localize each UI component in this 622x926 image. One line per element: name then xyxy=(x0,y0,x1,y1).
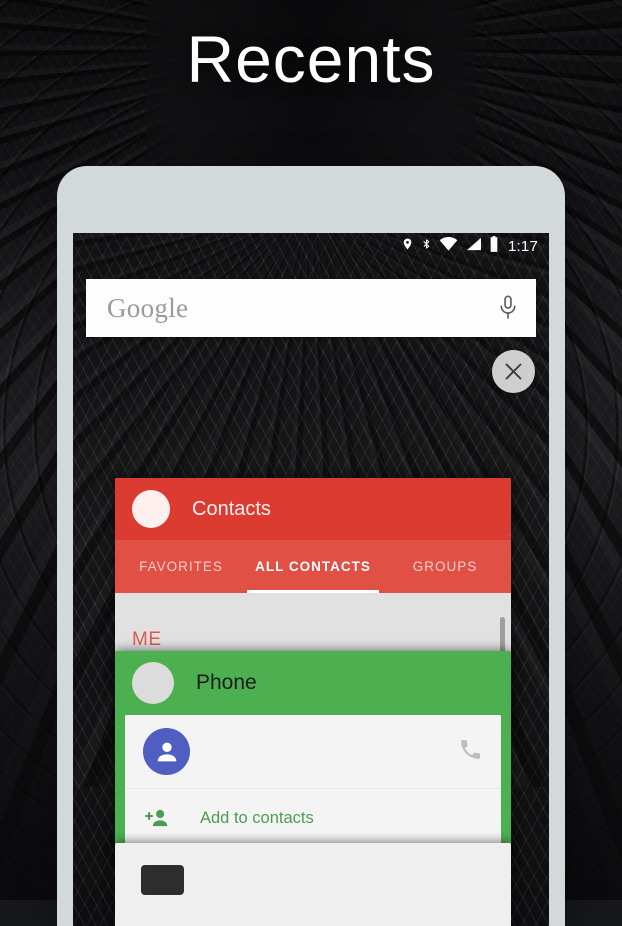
battery-icon xyxy=(489,236,499,257)
status-bar-clock: 1:17 xyxy=(508,238,538,255)
phone-contact-row[interactable] xyxy=(125,715,501,789)
phone-card-header[interactable]: Phone xyxy=(115,651,511,715)
page-title: Recents xyxy=(0,26,622,92)
microphone-icon[interactable] xyxy=(498,294,536,322)
google-search-bar[interactable]: Google xyxy=(86,279,536,337)
add-to-contacts-row[interactable]: Add to contacts xyxy=(125,789,501,847)
tab-all-contacts[interactable]: ALL CONTACTS xyxy=(247,559,379,574)
contacts-section-header-me: ME xyxy=(132,629,162,651)
recents-card-phone[interactable]: Phone xyxy=(115,651,511,858)
phone-app-title: Phone xyxy=(196,671,257,695)
call-icon[interactable] xyxy=(458,737,483,767)
app-icon-placeholder xyxy=(141,865,184,895)
contacts-app-icon xyxy=(132,490,170,528)
status-bar: 1:17 xyxy=(73,233,549,259)
person-add-icon xyxy=(143,807,170,829)
contacts-card-header[interactable]: Contacts xyxy=(115,478,511,540)
add-to-contacts-label: Add to contacts xyxy=(200,809,314,828)
contacts-app-title: Contacts xyxy=(192,498,271,521)
phone-device-frame: 1:17 Google Contacts xyxy=(57,166,565,926)
phone-app-icon xyxy=(132,662,174,704)
wifi-icon xyxy=(439,237,458,256)
phone-screen: 1:17 Google Contacts xyxy=(73,233,549,926)
close-icon xyxy=(503,361,524,382)
cell-signal-icon xyxy=(465,237,482,256)
recents-card-third[interactable] xyxy=(115,843,511,926)
search-input[interactable]: Google xyxy=(86,293,498,324)
location-icon xyxy=(401,236,414,257)
close-button[interactable] xyxy=(492,350,535,393)
tab-favorites[interactable]: FAVORITES xyxy=(115,559,247,574)
phone-card-content: Add to contacts xyxy=(125,715,501,848)
tab-groups[interactable]: GROUPS xyxy=(379,559,511,574)
bluetooth-icon xyxy=(421,236,432,257)
person-avatar-icon xyxy=(143,728,190,775)
contacts-tab-bar[interactable]: FAVORITES ALL CONTACTS GROUPS xyxy=(115,540,511,593)
